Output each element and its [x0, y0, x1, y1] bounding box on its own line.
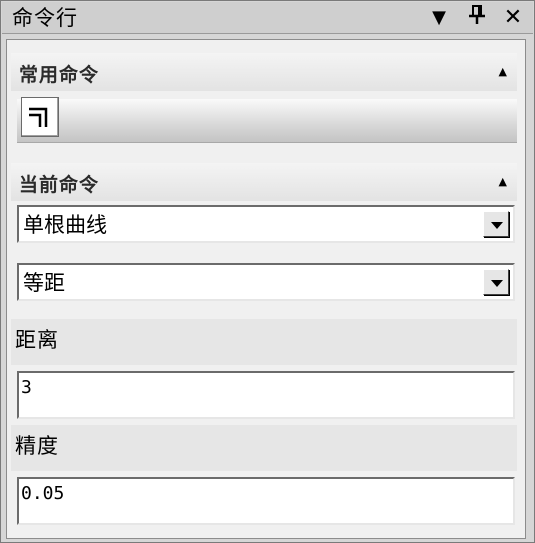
precision-label: 精度 — [15, 434, 59, 458]
equidistant-curve-icon — [29, 107, 48, 127]
chevron-down-icon[interactable] — [483, 269, 509, 295]
common-commands-toolbar — [17, 99, 517, 143]
panel-titlebar: 命令行 ▼ ✕ — [2, 2, 533, 34]
dropdown-triangle-icon[interactable]: ▼ — [426, 4, 452, 32]
collapse-up-icon[interactable]: ▲ — [499, 65, 507, 78]
collapse-up-icon[interactable]: ▲ — [499, 175, 507, 188]
mode-value: 等距 — [23, 271, 65, 295]
distance-label-band: 距离 — [11, 319, 517, 365]
precision-input[interactable]: 0.05 — [17, 477, 515, 525]
distance-label: 距离 — [15, 328, 59, 352]
distance-input[interactable]: 3 — [17, 371, 515, 419]
panel-title: 命令行 — [12, 6, 78, 30]
current-command-header[interactable]: 当前命令 ▲ — [11, 163, 517, 201]
current-command-title: 当前命令 — [19, 174, 100, 196]
pin-icon[interactable] — [464, 4, 490, 32]
precision-value: 0.05 — [21, 483, 65, 504]
command-line-panel: 命令行 ▼ ✕ 常用命令 ▲ 当前命令 ▲ 单根曲线 等距 距离 3 精度 0.… — [0, 0, 535, 543]
distance-value: 3 — [21, 377, 32, 398]
curve-type-value: 单根曲线 — [23, 213, 107, 237]
mode-select[interactable]: 等距 — [17, 263, 515, 301]
common-commands-header[interactable]: 常用命令 ▲ — [11, 53, 517, 91]
equidistant-curve-button[interactable] — [21, 97, 59, 137]
chevron-down-icon[interactable] — [483, 211, 509, 237]
precision-label-band: 精度 — [11, 425, 517, 471]
close-icon[interactable]: ✕ — [500, 4, 526, 32]
curve-type-select[interactable]: 单根曲线 — [17, 205, 515, 243]
common-commands-title: 常用命令 — [19, 64, 100, 86]
